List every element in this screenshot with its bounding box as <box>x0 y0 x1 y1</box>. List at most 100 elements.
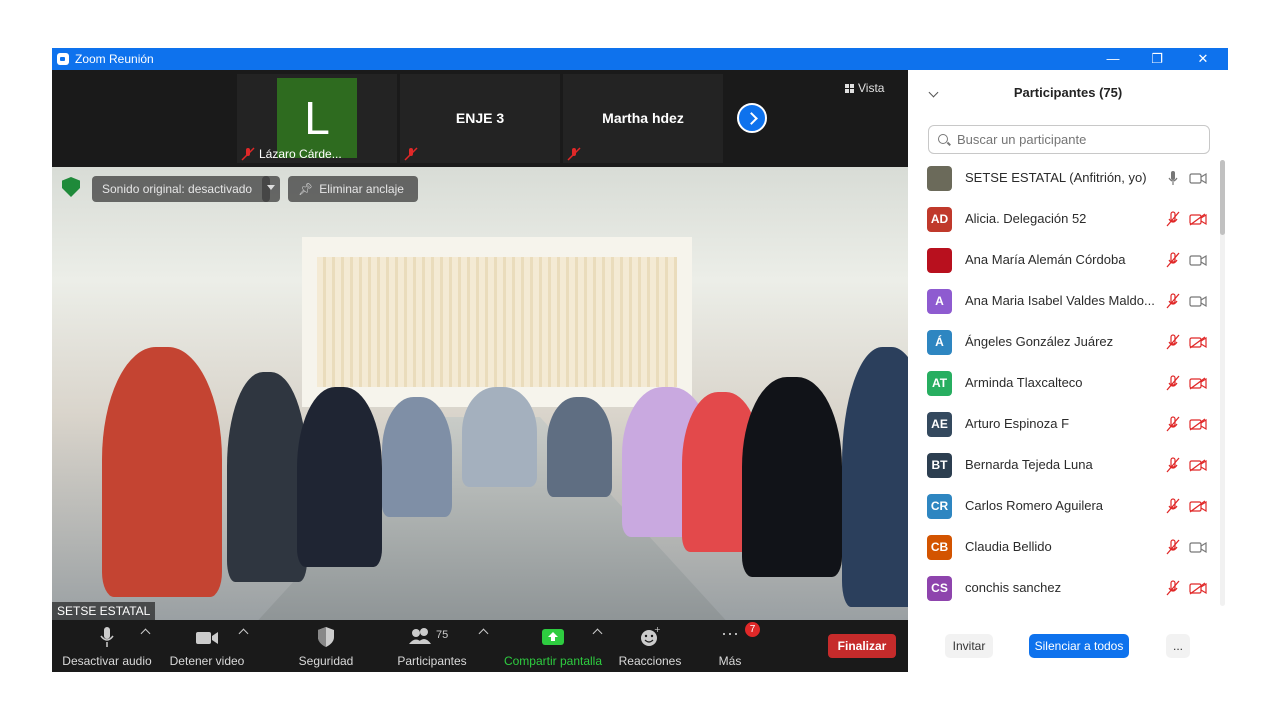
microphone-muted-icon[interactable] <box>1166 457 1180 473</box>
shield-icon <box>292 626 360 648</box>
microphone-muted-icon[interactable] <box>1166 293 1180 309</box>
video-people <box>82 277 908 617</box>
camera-icon[interactable] <box>1189 254 1207 267</box>
minimize-button[interactable]: — <box>1090 48 1136 70</box>
participant-list: SETSE ESTATAL (Anfitrión, yo) AD Alicia. D… <box>908 158 1218 616</box>
microphone-icon <box>62 626 152 648</box>
camera-off-icon[interactable] <box>1189 418 1207 431</box>
avatar: AE <box>927 412 952 437</box>
participant-row[interactable]: AE Arturo Espinoza F <box>908 404 1218 445</box>
microphone-muted-icon[interactable] <box>1166 375 1180 391</box>
video-area: L Lázaro Cárde... ENJE 3 Martha hdez Vis… <box>52 70 908 620</box>
video-tile[interactable]: ENJE 3 <box>400 74 560 163</box>
camera-off-icon[interactable] <box>1189 213 1207 226</box>
sound-options-dropdown[interactable] <box>262 176 280 202</box>
participant-row[interactable]: BT Bernarda Tejeda Luna <box>908 445 1218 486</box>
restore-button[interactable]: ❐ <box>1134 48 1180 70</box>
microphone-muted-icon[interactable] <box>1166 498 1180 514</box>
participant-row[interactable]: CB Claudia Bellido <box>908 527 1218 568</box>
participants-label: Participantes <box>397 654 467 668</box>
participant-name: conchis sanchez <box>965 580 1062 595</box>
mic-muted-icon <box>241 147 255 161</box>
camera-icon <box>164 626 250 648</box>
participant-search[interactable] <box>928 125 1210 154</box>
participants-count: 75 <box>436 629 448 641</box>
search-icon <box>938 134 948 144</box>
camera-off-icon[interactable] <box>1189 336 1207 349</box>
camera-icon[interactable] <box>1189 172 1207 185</box>
zoom-logo-icon <box>57 53 69 65</box>
stop-video-button[interactable]: Detener video <box>164 626 250 668</box>
reactions-button[interactable]: + Reacciones <box>615 625 685 668</box>
invite-button[interactable]: Invitar <box>945 634 993 658</box>
reactions-label: Reacciones <box>618 654 682 668</box>
microphone-muted-icon[interactable] <box>1166 580 1180 596</box>
participant-row[interactable]: CR Carlos Romero Aguilera <box>908 486 1218 527</box>
microphone-icon[interactable] <box>1166 170 1180 186</box>
video-tile[interactable]: L Lázaro Cárde... <box>237 74 397 163</box>
tile-name: ENJE 3 <box>455 110 505 126</box>
mic-muted-icon <box>404 147 418 161</box>
participants-icon: 75 <box>392 626 472 648</box>
tile-name: Martha hdez <box>602 110 684 126</box>
chevron-down-icon <box>267 185 275 190</box>
participants-button[interactable]: 75 Participantes <box>392 626 472 668</box>
share-screen-button[interactable]: Compartir pantalla <box>500 626 606 668</box>
pin-icon: 📌︎ <box>298 182 314 196</box>
participant-scrollbar[interactable] <box>1220 160 1225 606</box>
share-screen-label: Compartir pantalla <box>503 654 603 668</box>
video-tile[interactable]: Martha hdez <box>563 74 723 163</box>
camera-icon[interactable] <box>1189 541 1207 554</box>
camera-off-icon[interactable] <box>1189 582 1207 595</box>
end-meeting-button[interactable]: Finalizar <box>828 634 896 658</box>
participant-row[interactable]: A Ana Maria Isabel Valdes Maldo... <box>908 281 1218 322</box>
microphone-muted-icon[interactable] <box>1166 211 1180 227</box>
camera-off-icon[interactable] <box>1189 500 1207 513</box>
participant-row[interactable]: AD Alicia. Delegación 52 <box>908 199 1218 240</box>
scrollbar-thumb[interactable] <box>1220 160 1225 235</box>
microphone-muted-icon[interactable] <box>1166 252 1180 268</box>
close-button[interactable]: ✕ <box>1180 48 1226 70</box>
next-page-button[interactable] <box>737 103 767 133</box>
more-label: Más <box>718 654 742 668</box>
mute-all-button[interactable]: Silenciar a todos <box>1029 634 1129 658</box>
more-badge: 7 <box>745 622 760 637</box>
title-bar: Zoom Reunión — ❐ ✕ <box>52 48 1228 70</box>
participant-name: Carlos Romero Aguilera <box>965 498 1104 513</box>
mic-muted-icon <box>567 147 581 161</box>
camera-off-icon[interactable] <box>1189 459 1207 472</box>
panel-more-button[interactable]: ... <box>1166 634 1190 658</box>
participants-panel: Participantes (75) SETSE ESTATAL (Anfitr… <box>908 70 1228 672</box>
participant-row[interactable]: AT Arminda Tlaxcalteco <box>908 363 1218 404</box>
avatar: AD <box>927 207 952 232</box>
participant-row[interactable]: CS conchis sanchez <box>908 568 1218 609</box>
view-button[interactable]: Vista <box>845 81 884 95</box>
security-button[interactable]: Seguridad <box>292 626 360 668</box>
camera-off-icon[interactable] <box>1189 377 1207 390</box>
unpin-button[interactable]: 📌︎ Eliminar anclaje <box>288 176 418 202</box>
participant-strip: L Lázaro Cárde... ENJE 3 Martha hdez Vis… <box>52 70 908 166</box>
microphone-muted-icon[interactable] <box>1166 539 1180 555</box>
stop-video-label: Detener video <box>169 654 245 668</box>
microphone-muted-icon[interactable] <box>1166 334 1180 350</box>
security-label: Seguridad <box>298 654 354 668</box>
participant-row[interactable]: SETSE ESTATAL (Anfitrión, yo) <box>908 158 1218 199</box>
participant-row[interactable]: Á Ángeles González Juárez <box>908 322 1218 363</box>
participant-name: SETSE ESTATAL (Anfitrión, yo) <box>965 170 1147 185</box>
mute-audio-button[interactable]: Desactivar audio <box>62 626 152 668</box>
security-shield-icon <box>62 177 80 197</box>
camera-icon[interactable] <box>1189 295 1207 308</box>
participant-name: Claudia Bellido <box>965 539 1052 554</box>
chevron-up-icon[interactable] <box>478 628 489 639</box>
participant-row[interactable]: Ana María Alemán Córdoba <box>908 240 1218 281</box>
reaction-smiley-icon: + <box>615 625 685 648</box>
microphone-muted-icon[interactable] <box>1166 416 1180 432</box>
avatar: BT <box>927 453 952 478</box>
avatar: CS <box>927 576 952 601</box>
search-input[interactable] <box>955 131 1199 148</box>
original-sound-button[interactable]: Sonido original: desactivado <box>92 176 270 202</box>
participant-name: Ángeles González Juárez <box>965 334 1114 349</box>
tile-name: Lázaro Cárde... <box>259 147 342 161</box>
mute-audio-label: Desactivar audio <box>62 654 152 668</box>
avatar: L <box>277 78 357 158</box>
